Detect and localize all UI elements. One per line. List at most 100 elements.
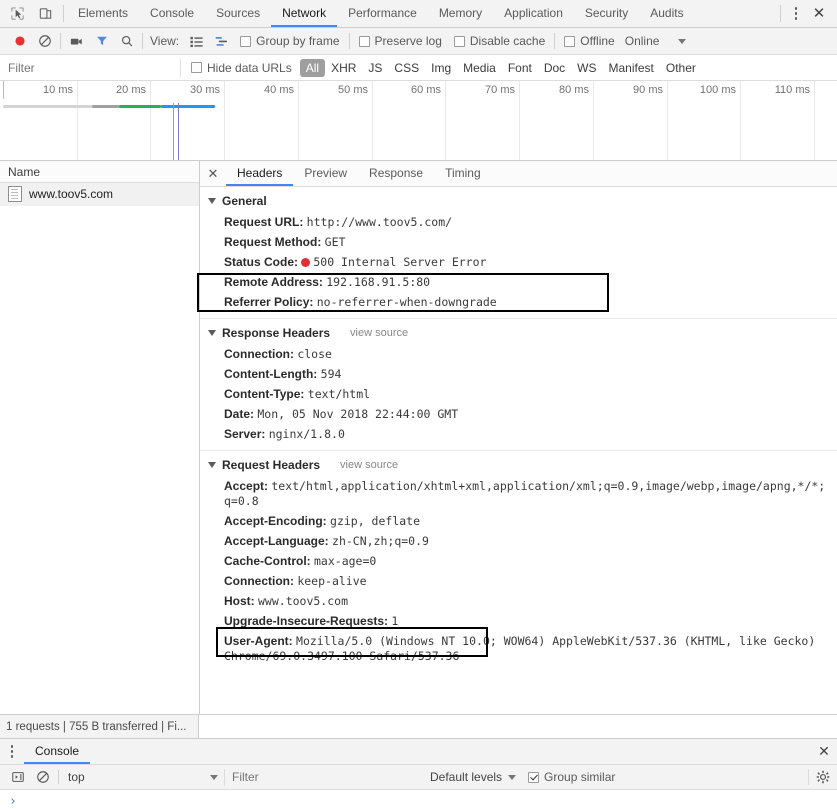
header-value: GET: [324, 234, 346, 249]
network-overview-timeline[interactable]: 10 ms 20 ms 30 ms 40 ms 50 ms 60 ms 70 ms 80 ms…: [0, 81, 837, 161]
tab-network[interactable]: Network: [271, 0, 338, 27]
type-chip-all[interactable]: All: [299, 58, 326, 77]
group-by-frame-checkbox[interactable]: Group by frame: [234, 34, 345, 48]
tab-label: Network: [282, 5, 327, 20]
execution-context-selector[interactable]: top: [62, 770, 224, 784]
section-header[interactable]: Request Headers view source: [200, 455, 837, 476]
inspect-cursor-icon[interactable]: [6, 4, 28, 24]
disclosure-triangle-icon[interactable]: [208, 462, 216, 468]
tab-performance[interactable]: Performance: [337, 0, 428, 27]
type-chip-other[interactable]: Other: [660, 59, 702, 77]
hide-data-urls-checkbox[interactable]: Hide data URLs: [181, 61, 298, 75]
log-level-selector[interactable]: Default levels: [424, 770, 522, 784]
disable-cache-checkbox[interactable]: Disable cache: [448, 34, 551, 48]
close-icon[interactable]: ✕: [808, 4, 830, 24]
tab-application[interactable]: Application: [493, 0, 574, 27]
type-chip-media[interactable]: Media: [457, 59, 502, 77]
list-view-icon[interactable]: [184, 30, 209, 52]
header-value: 192.168.91.5:80: [326, 274, 431, 289]
console-prompt-icon: ›: [9, 794, 17, 809]
timeline-tick-label: 100 ms: [699, 84, 736, 96]
view-source-link[interactable]: view source: [350, 327, 408, 339]
request-rows: www.toov5.com: [0, 183, 199, 714]
type-chip-xhr[interactable]: XHR: [325, 59, 362, 77]
drawer-tab-console[interactable]: Console: [24, 739, 91, 764]
type-chip-ws[interactable]: WS: [571, 59, 602, 77]
timeline-tick: [445, 81, 446, 160]
header-key: Connection:: [224, 573, 298, 588]
disclosure-triangle-icon[interactable]: [208, 330, 216, 336]
more-tools-icon[interactable]: [0, 739, 24, 764]
more-options-icon[interactable]: [786, 4, 806, 24]
clear-console-icon[interactable]: [30, 766, 55, 788]
chevron-down-icon[interactable]: [678, 38, 687, 44]
clear-button[interactable]: [32, 30, 57, 52]
timeline-tick: [298, 81, 299, 160]
waterfall-view-icon[interactable]: [209, 30, 234, 52]
timeline-tick: [740, 81, 741, 160]
checkbox-label: Hide data URLs: [207, 60, 292, 75]
request-list: Name www.toov5.com: [0, 161, 200, 714]
tab-timing[interactable]: Timing: [434, 161, 492, 186]
tab-security[interactable]: Security: [574, 0, 639, 27]
type-chip-doc[interactable]: Doc: [538, 59, 571, 77]
header-row: Server: nginx/1.8.0: [200, 424, 837, 444]
header-key: Connection:: [224, 346, 298, 361]
offline-checkbox[interactable]: Offline: [558, 34, 620, 48]
event-line-load: [178, 103, 179, 160]
section-header[interactable]: Response Headers view source: [200, 323, 837, 344]
header-row: Connection: close: [200, 344, 837, 364]
divider: [58, 770, 59, 784]
tab-memory[interactable]: Memory: [428, 0, 493, 27]
header-key: Accept-Language:: [224, 533, 333, 548]
section-header[interactable]: General: [200, 191, 837, 212]
gear-icon[interactable]: [808, 769, 837, 785]
tab-headers[interactable]: Headers: [226, 161, 294, 186]
search-icon[interactable]: [114, 30, 139, 52]
console-filter-input[interactable]: [224, 768, 424, 786]
record-button[interactable]: [7, 30, 32, 52]
console-output[interactable]: ›: [0, 790, 837, 809]
header-key: Date:: [224, 406, 258, 421]
waterfall-segment-stalled: [3, 105, 92, 108]
preserve-log-checkbox[interactable]: Preserve log: [353, 34, 448, 48]
filter-input[interactable]: [0, 58, 181, 77]
execution-context-icon[interactable]: [5, 766, 30, 788]
type-chip-css[interactable]: CSS: [388, 59, 425, 77]
camera-icon[interactable]: [64, 30, 89, 52]
tab-label: Sources: [216, 5, 261, 20]
header-value: gzip, deflate: [330, 513, 421, 528]
tab-elements[interactable]: Elements: [67, 0, 139, 27]
close-drawer-icon[interactable]: ✕: [811, 739, 837, 764]
console-toolbar: top Default levels Group similar: [0, 765, 837, 790]
header-row: Accept-Language: zh-CN,zh;q=0.9: [200, 531, 837, 551]
tab-audits[interactable]: Audits: [639, 0, 694, 27]
device-toolbar-icon[interactable]: [34, 4, 56, 24]
view-source-link[interactable]: view source: [340, 459, 398, 471]
filter-funnel-icon[interactable]: [89, 30, 114, 52]
tab-preview[interactable]: Preview: [293, 161, 358, 186]
group-similar-checkbox[interactable]: Group similar: [522, 770, 621, 784]
tab-label: Console: [150, 5, 195, 20]
timeline-tick: [519, 81, 520, 160]
checkbox-box: [358, 35, 370, 47]
type-chip-js[interactable]: JS: [362, 59, 388, 77]
close-detail-icon[interactable]: ✕: [200, 161, 226, 186]
checkbox-label: Group similar: [544, 770, 616, 784]
table-row[interactable]: www.toov5.com: [0, 183, 199, 206]
timeline-tick: [150, 81, 151, 160]
type-chip-font[interactable]: Font: [502, 59, 538, 77]
log-level-value: Default levels: [430, 770, 503, 784]
tab-response[interactable]: Response: [358, 161, 434, 186]
header-value: http://www.toov5.com/: [306, 214, 453, 229]
type-chip-manifest[interactable]: Manifest: [603, 59, 660, 77]
tab-sources[interactable]: Sources: [205, 0, 271, 27]
throttling-value[interactable]: Online: [621, 34, 665, 48]
checkbox-box: [453, 35, 465, 47]
type-chip-img[interactable]: Img: [425, 59, 457, 77]
waterfall-segment-content-download: [161, 105, 215, 108]
tab-console[interactable]: Console: [139, 0, 205, 27]
header-row: Status Code: 500 Internal Server Error: [200, 252, 837, 272]
disclosure-triangle-icon[interactable]: [208, 198, 216, 204]
status-summary: 1 requests | 755 B transferred | Fi...: [0, 715, 199, 738]
